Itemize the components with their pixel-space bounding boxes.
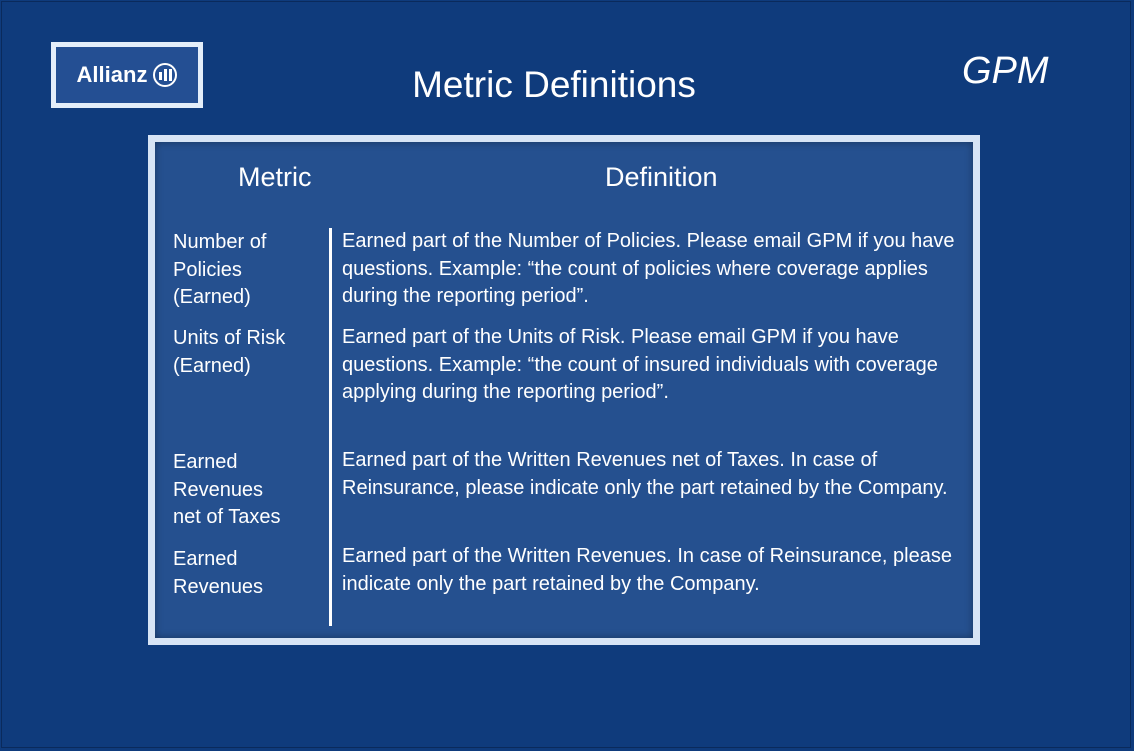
metric-name: Number of Policies (Earned): [173, 231, 267, 308]
column-divider: [329, 228, 332, 626]
definitions-panel: Metric Definition Number of Policies (Ea…: [148, 135, 980, 645]
metric-definition: Earned part of the Number of Policies. P…: [342, 230, 955, 307]
metric-name: Earned Revenues: [173, 548, 264, 598]
metric-name: Units of Risk (Earned): [173, 327, 286, 377]
definitions-table: Metric Definition Number of Policies (Ea…: [155, 142, 973, 638]
metric-definition: Earned part of the Written Revenues. In …: [342, 545, 952, 595]
page-title: Metric Definitions: [412, 64, 696, 105]
header-definition: Definition: [605, 162, 718, 192]
header-metric: Metric: [238, 162, 312, 192]
metric-name: Earned Revenues net of Taxes: [173, 451, 281, 528]
metric-definition: Earned part of the Units of Risk. Please…: [342, 326, 938, 403]
metric-definition: Earned part of the Written Revenues net …: [342, 449, 948, 499]
corner-label: GPM: [962, 50, 1049, 92]
